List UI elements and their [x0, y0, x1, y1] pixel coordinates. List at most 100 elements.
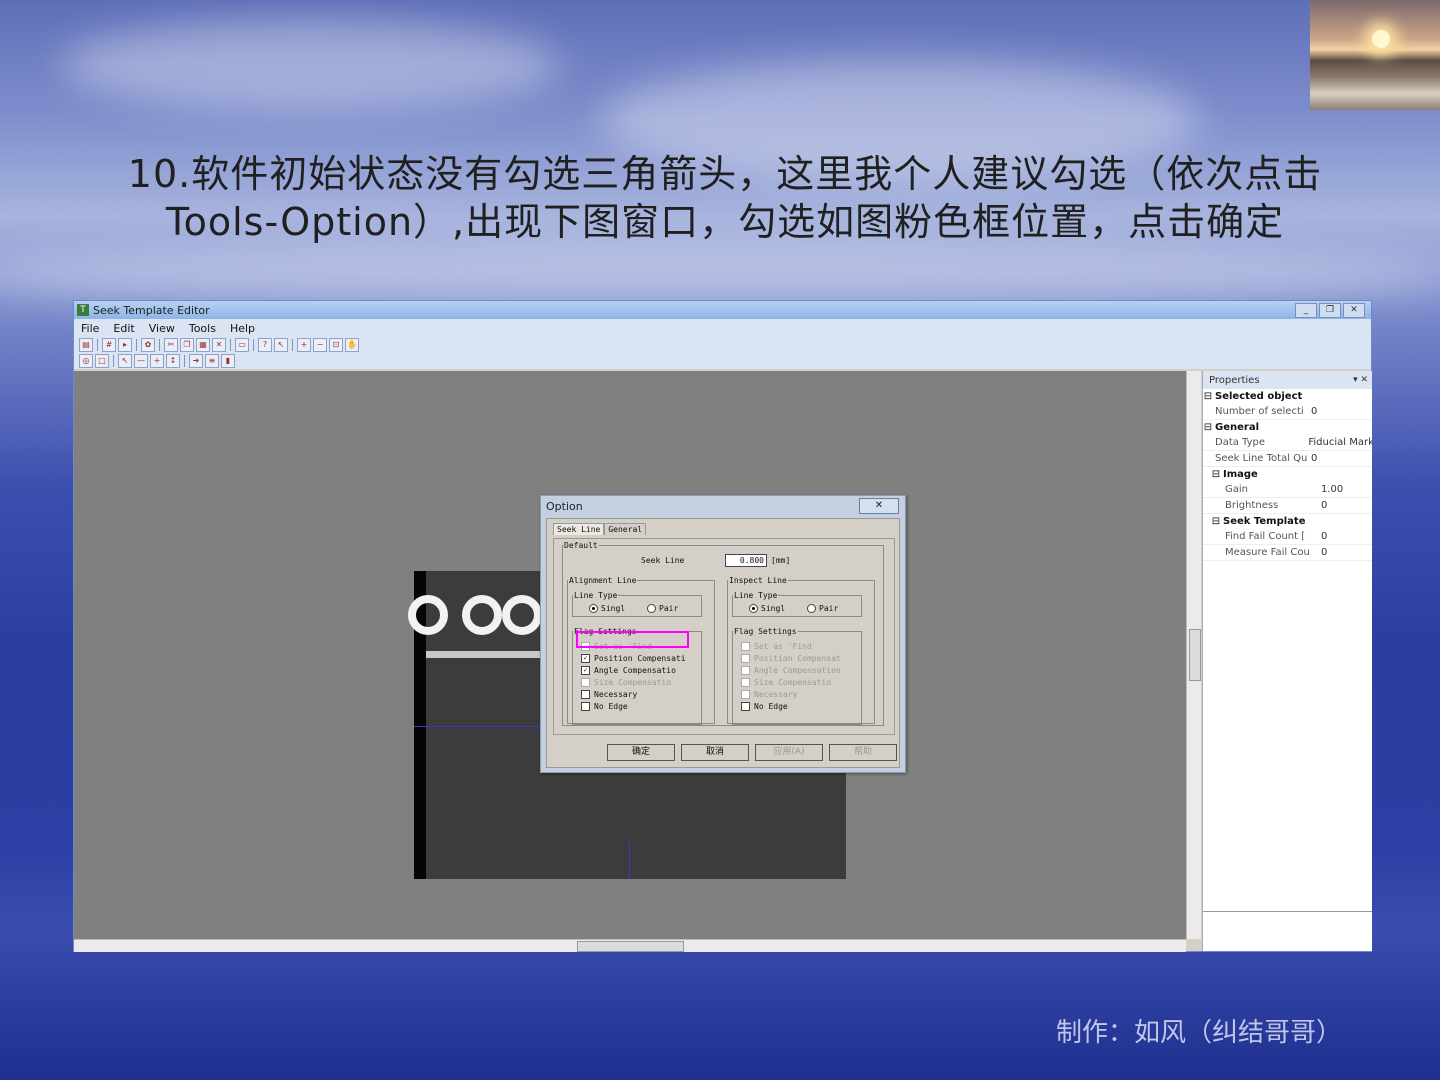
property-value: 0 [1321, 547, 1328, 558]
open-icon[interactable]: ▤ [79, 338, 93, 352]
rect-icon[interactable]: □ [95, 354, 109, 368]
close-button[interactable]: ✕ [1343, 302, 1365, 318]
property-value: 0 [1321, 531, 1328, 542]
property-row[interactable]: Find Fail Count [0 [1203, 529, 1372, 545]
menu-edit[interactable]: Edit [113, 322, 134, 335]
radio-pair-row[interactable]: Pair [807, 604, 838, 613]
flag-size-compensation[interactable]: Size Compensatio [741, 678, 831, 687]
category-label: Seek Template [1223, 516, 1306, 527]
collapse-icon[interactable]: ⊟ [1203, 422, 1213, 433]
collapse-icon[interactable]: ⊟ [1211, 469, 1221, 480]
radio-single-row[interactable]: Singl [589, 604, 625, 613]
checkbox[interactable] [741, 690, 750, 699]
help-icon[interactable]: ? [258, 338, 272, 352]
delete-icon[interactable]: ✕ [212, 338, 226, 352]
ok-button[interactable]: 确定 [607, 744, 675, 761]
grid-icon[interactable]: # [102, 338, 116, 352]
checkbox[interactable] [741, 678, 750, 687]
tab-general[interactable]: General [604, 523, 647, 535]
list-icon[interactable]: ≡ [205, 354, 219, 368]
checkbox[interactable] [581, 690, 590, 699]
minimize-button[interactable]: _ [1295, 302, 1317, 318]
arrow-right-icon[interactable]: ➜ [189, 354, 203, 368]
scroll-thumb[interactable] [577, 941, 684, 952]
toolbar-draw: ◎ □ ↖ — + ↕ ➜ ≡ ▮ [74, 353, 1371, 369]
dialog-body: Seek Line General Default Seek Line 0.80… [546, 518, 900, 768]
cut-icon[interactable]: ✂ [164, 338, 178, 352]
flag-angle-compensation[interactable]: ✓ Angle Compensatio [581, 666, 676, 675]
flag-position-compensation[interactable]: Position Compensat [741, 654, 841, 663]
property-value: 0 [1321, 500, 1328, 511]
menu-tools[interactable]: Tools [189, 322, 216, 335]
option-dialog: Option ✕ Seek Line General Default Seek … [540, 495, 906, 773]
radio-pair-row[interactable]: Pair [647, 604, 678, 613]
menu-file[interactable]: File [81, 322, 99, 335]
scroll-thumb[interactable] [1189, 629, 1201, 681]
context-help-icon[interactable]: ↖ [274, 338, 288, 352]
display-icon[interactable]: ▭ [235, 338, 249, 352]
flag-necessary[interactable]: Necessary [581, 690, 637, 699]
vertical-scrollbar[interactable] [1186, 371, 1201, 939]
hline-icon[interactable]: — [134, 354, 148, 368]
pan-hand-icon[interactable]: ✋ [345, 338, 359, 352]
measure-icon[interactable]: ↕ [166, 354, 180, 368]
horizontal-scrollbar[interactable] [74, 939, 1186, 952]
flag-no-edge[interactable]: No Edge [741, 702, 788, 711]
category-general[interactable]: ⊟ General [1203, 420, 1372, 435]
flag-size-compensation[interactable]: Size Compensatio [581, 678, 671, 687]
flag-settings-label: Flag Settings [734, 627, 797, 636]
radio-single[interactable] [749, 604, 758, 613]
radio-single-row[interactable]: Singl [749, 604, 785, 613]
category-seek-template[interactable]: ⊟ Seek Template [1203, 514, 1372, 529]
checkbox-checked[interactable]: ✓ [581, 654, 590, 663]
property-row[interactable]: Seek Line Total Qu 0 [1203, 451, 1372, 467]
maximize-button[interactable]: ❐ [1319, 302, 1341, 318]
chart-icon[interactable]: ▮ [221, 354, 235, 368]
pin-close-icon[interactable]: ▾ ✕ [1353, 375, 1368, 385]
radio-single[interactable] [589, 604, 598, 613]
radio-pair[interactable] [807, 604, 816, 613]
target-icon[interactable]: ◎ [79, 354, 93, 368]
seek-line-input[interactable]: 0.800 [725, 554, 767, 567]
help-button[interactable]: 帮助 [829, 744, 897, 761]
flag-necessary[interactable]: Necessary [741, 690, 797, 699]
flag-position-compensation[interactable]: ✓ Position Compensati [581, 654, 686, 663]
checkbox[interactable] [581, 702, 590, 711]
cross-icon[interactable]: + [150, 354, 164, 368]
radio-pair[interactable] [647, 604, 656, 613]
zoom-in-icon[interactable]: + [297, 338, 311, 352]
checkbox-checked[interactable]: ✓ [581, 666, 590, 675]
flag-angle-compensation[interactable]: Angle Compensation [741, 666, 841, 675]
tab-seek-line[interactable]: Seek Line [553, 523, 605, 535]
collapse-icon[interactable]: ⊟ [1211, 516, 1221, 527]
zoom-out-icon[interactable]: − [313, 338, 327, 352]
menu-help[interactable]: Help [230, 322, 255, 335]
checkbox[interactable] [741, 654, 750, 663]
zoom-fit-icon[interactable]: ⊡ [329, 338, 343, 352]
checkbox[interactable] [741, 642, 750, 651]
property-row[interactable]: Brightness 0 [1203, 498, 1372, 514]
property-row[interactable]: Gain 1.00 [1203, 482, 1372, 498]
copy-icon[interactable]: ❐ [180, 338, 194, 352]
checkbox[interactable] [741, 666, 750, 675]
crosshair-horizontal [414, 726, 544, 727]
cancel-button[interactable]: 取消 [681, 744, 749, 761]
apply-button[interactable]: 应用(A) [755, 744, 823, 761]
category-image[interactable]: ⊟ Image [1203, 467, 1372, 482]
collapse-icon[interactable]: ⊟ [1203, 391, 1213, 402]
property-key: Seek Line Total Qu [1215, 453, 1307, 464]
menu-view[interactable]: View [149, 322, 175, 335]
dialog-close-button[interactable]: ✕ [859, 498, 899, 514]
settings-icon[interactable]: ✿ [141, 338, 155, 352]
property-row[interactable]: Number of selecti 0 [1203, 404, 1372, 420]
run-icon[interactable]: ▸ [118, 338, 132, 352]
flag-set-as-find[interactable]: Set as 'Find [741, 642, 812, 651]
checkbox[interactable] [741, 702, 750, 711]
paste-icon[interactable]: ▦ [196, 338, 210, 352]
category-selected-object[interactable]: ⊟ Selected object [1203, 389, 1372, 404]
property-row[interactable]: Measure Fail Cou 0 [1203, 545, 1372, 561]
checkbox[interactable] [581, 678, 590, 687]
property-row[interactable]: Data Type Fiducial Mark [1203, 435, 1372, 451]
pointer-icon[interactable]: ↖ [118, 354, 132, 368]
flag-no-edge[interactable]: No Edge [581, 702, 628, 711]
